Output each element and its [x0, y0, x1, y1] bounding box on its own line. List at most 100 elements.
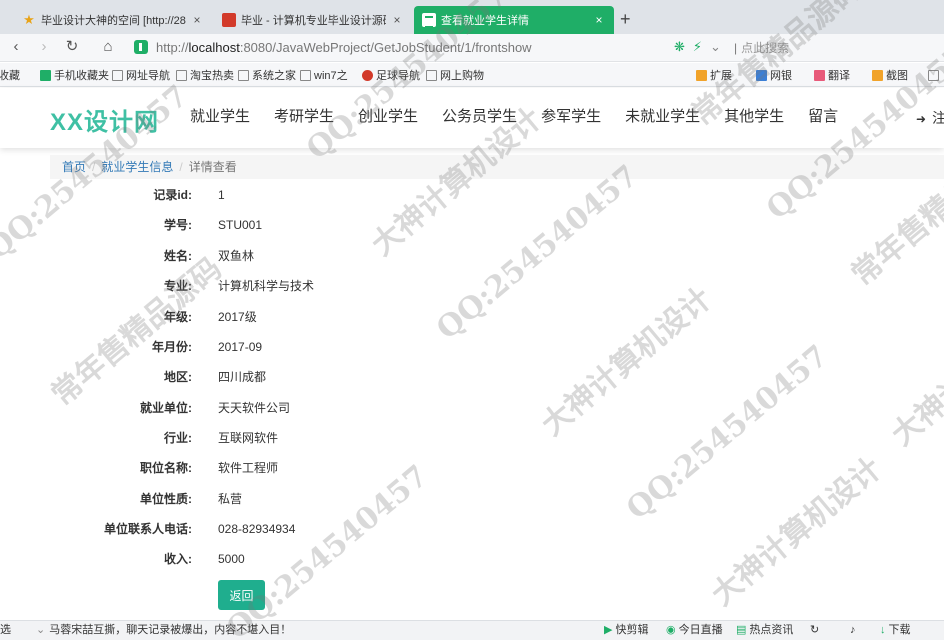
toolbar-screenshot[interactable]: 截图 — [872, 67, 908, 83]
puzzle-icon — [696, 69, 707, 81]
bookmark-system-home[interactable]: 系统之家 — [238, 67, 296, 83]
status-left: 选 — [0, 624, 11, 636]
star-icon: ★ — [23, 12, 35, 27]
breadcrumb-list[interactable]: 就业学生信息 — [101, 160, 173, 174]
field-label: 收入: — [164, 552, 192, 566]
toolbar-bank[interactable]: 网银 — [756, 67, 792, 83]
field-label: 单位联系人电话: — [104, 522, 192, 536]
bookmark-label: 足球导航 — [376, 70, 420, 82]
status-hot-news[interactable]: ▤ 热点资讯 — [736, 621, 793, 640]
nav-civil-servant-students[interactable]: 公务员学生 — [430, 108, 529, 126]
toolbar-apps[interactable] — [928, 67, 942, 83]
gear-icon[interactable]: ❋ — [674, 38, 685, 56]
page-icon — [300, 69, 311, 81]
bookmark-mobile-favorites[interactable]: 手机收藏夹 — [40, 67, 109, 83]
bookmark-label: 系统之家 — [252, 70, 296, 82]
news-ticker[interactable]: ⌄ 马蓉宋喆互撕，聊天记录被爆出，内容不堪入目！ — [36, 621, 291, 640]
detail-row-region: 地区: 四川成都 — [0, 367, 600, 387]
site-favicon-icon — [222, 13, 236, 27]
tab-title: 毕业 - 计算机专业毕业设计源码 — [241, 15, 386, 27]
home-icon[interactable]: ⌂ — [98, 37, 118, 57]
browser-tab-2[interactable]: 毕业 - 计算机专业毕业设计源码 × — [214, 6, 412, 34]
browser-tab-3-active[interactable]: 查看就业学生详情 × — [414, 6, 614, 34]
detail-row-month: 年月份: 2017-09 — [0, 337, 600, 357]
close-icon[interactable]: × — [390, 13, 404, 27]
page-icon — [176, 69, 187, 81]
refresh-icon[interactable]: ↻ — [810, 621, 819, 640]
field-value: 计算机科学与技术 — [218, 279, 315, 293]
nav-military-students[interactable]: 参军学生 — [529, 108, 613, 126]
toolbar-label: 扩展 — [710, 70, 732, 82]
breadcrumb-home[interactable]: 首页 — [62, 160, 86, 174]
toolbar-extensions[interactable]: 扩展 — [696, 67, 732, 83]
status-label: 快剪辑 — [615, 624, 649, 636]
reload-icon[interactable]: ↻ — [62, 37, 82, 57]
detail-row-contact-phone: 单位联系人电话: 028-82934934 — [0, 519, 600, 539]
bookmark-taobao[interactable]: 淘宝热卖 — [176, 67, 234, 83]
status-quick-clip[interactable]: ▶ 快剪辑 — [604, 621, 648, 640]
volume-icon[interactable]: ♪ — [850, 621, 856, 640]
chevron-down-icon[interactable]: ⌄ — [710, 38, 721, 56]
field-value: 私营 — [218, 492, 243, 506]
browser-tab-strip: ★ 毕业设计大神的空间 [http://287 × 毕业 - 计算机专业毕业设计… — [0, 0, 944, 34]
back-button[interactable]: 返回 — [218, 580, 265, 610]
forward-arrow-icon[interactable]: › — [34, 37, 54, 57]
tab-title: 毕业设计大神的空间 [http://287 — [41, 15, 186, 27]
address-toolbar: ‹ › ↻ ⌂ http://localhost:8080/JavaWebPro… — [0, 34, 944, 62]
field-label: 专业: — [164, 279, 192, 293]
field-value: 2017级 — [218, 310, 257, 324]
logout-label: 注 — [932, 110, 944, 126]
detail-row-employer: 就业单位: 天天软件公司 — [0, 398, 600, 418]
browser-tab-1[interactable]: ★ 毕业设计大神的空间 [http://287 × — [14, 6, 212, 34]
bookmark-site-nav[interactable]: 网址导航 — [112, 67, 170, 83]
download-icon: ↓ — [880, 624, 886, 636]
breadcrumb-separator: / — [92, 160, 96, 174]
field-label: 单位性质: — [140, 492, 192, 506]
logout-icon: ➜ — [916, 112, 927, 126]
nav-unemployed-students[interactable]: 未就业学生 — [613, 108, 712, 126]
lightning-icon[interactable]: ⚡ — [693, 38, 702, 56]
bookmark-soccer[interactable]: 足球导航 — [362, 67, 420, 83]
play-icon: ▶ — [604, 624, 613, 636]
page-icon — [426, 69, 437, 81]
bookmark-shopping[interactable]: 网上购物 — [426, 67, 484, 83]
bookmark-label: 网上购物 — [440, 70, 484, 82]
bookmark-label: 手机收藏夹 — [54, 70, 109, 82]
nav-employed-students[interactable]: 就业学生 — [178, 108, 262, 126]
bookmark-label: 淘宝热卖 — [190, 70, 234, 82]
field-label: 就业单位: — [140, 401, 192, 415]
detail-row-student-no: 学号: STU001 — [0, 215, 600, 235]
bookmark-favorites[interactable]: 收藏 — [0, 67, 20, 83]
search-input[interactable]: | 点此搜索 — [734, 39, 934, 57]
status-live[interactable]: ◉ 今日直播 — [666, 621, 723, 640]
detail-row-name: 姓名: 双鱼林 — [0, 246, 600, 266]
toolbar-translate[interactable]: 翻译 — [814, 67, 850, 83]
translate-icon — [814, 69, 825, 81]
nav-postgrad-students[interactable]: 考研学生 — [262, 108, 346, 126]
nav-startup-students[interactable]: 创业学生 — [346, 108, 430, 126]
site-logo[interactable]: XX设计网 — [50, 102, 159, 137]
bookmark-label: 网址导航 — [126, 70, 170, 82]
toolbar-label: 网银 — [770, 70, 792, 82]
soccer-icon — [362, 69, 373, 81]
field-label: 职位名称: — [140, 461, 192, 475]
back-arrow-icon[interactable]: ‹ — [6, 37, 26, 57]
field-value: 四川成都 — [218, 370, 267, 384]
bookmark-win7[interactable]: win7之 — [300, 67, 348, 83]
close-icon[interactable]: × — [190, 13, 204, 27]
url-action-icons: ❋ ⚡ ⌄ — [674, 38, 721, 56]
status-label: 今日直播 — [678, 624, 723, 636]
status-download[interactable]: ↓ 下载 — [880, 621, 911, 640]
nav-other-students[interactable]: 其他学生 — [712, 108, 796, 126]
status-label: 下载 — [888, 624, 911, 636]
watermark-text: 大神计算机设计 — [705, 451, 889, 613]
live-icon: ◉ — [666, 624, 676, 636]
new-tab-button[interactable]: + — [620, 8, 631, 30]
close-icon[interactable]: × — [592, 13, 606, 27]
tab-title: 查看就业学生详情 — [441, 15, 529, 27]
logout-link[interactable]: ➜ 注 — [916, 108, 944, 128]
search-placeholder: 点此搜索 — [741, 41, 790, 55]
nav-messages[interactable]: 留言 — [796, 108, 850, 126]
detail-row-company-type: 单位性质: 私营 — [0, 489, 600, 509]
url-input[interactable]: http://localhost:8080/JavaWebProject/Get… — [130, 36, 708, 58]
